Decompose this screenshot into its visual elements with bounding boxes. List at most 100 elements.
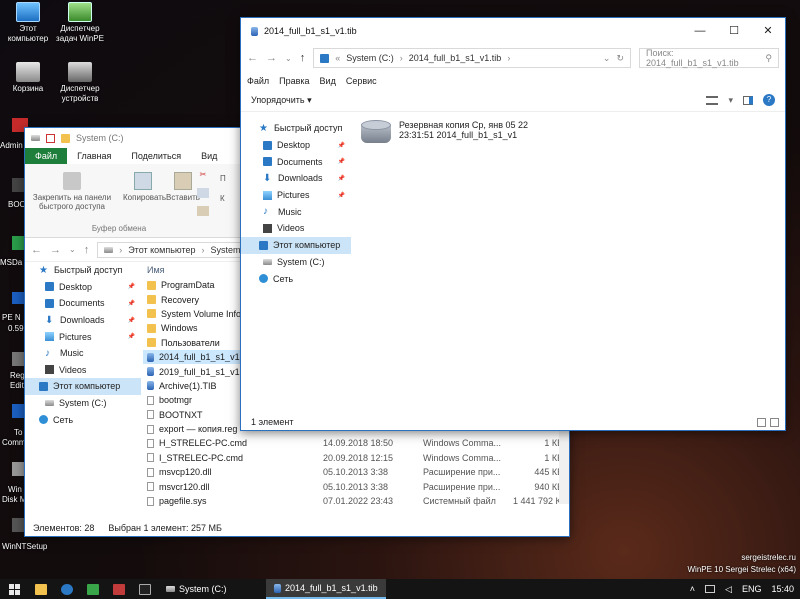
breadcrumb-this-pc[interactable]: Этот компьютер: [128, 245, 195, 255]
ribbon-partial-2[interactable]: К: [220, 194, 230, 203]
nav-item-label: Music: [278, 206, 302, 217]
copy-path-icon[interactable]: [197, 188, 209, 198]
large-icons-view-icon[interactable]: [770, 418, 779, 427]
taskbar-explorer-button[interactable]: [28, 579, 54, 599]
menu-view[interactable]: Вид: [320, 76, 336, 86]
nav-item[interactable]: Этот компьютер: [241, 236, 351, 254]
taskbar-app-button-3[interactable]: [106, 579, 132, 599]
breadcrumb-tib[interactable]: 2014_full_b1_s1_v1.tib: [409, 53, 502, 63]
desktop-icon-task-manager[interactable]: Диспетчер задач WinPE: [52, 2, 108, 44]
desktop-icon-recycle-bin[interactable]: Корзина: [0, 62, 56, 94]
nav-item[interactable]: Documents 📌: [25, 295, 141, 312]
menu-edit[interactable]: Правка: [279, 76, 309, 86]
cut-icon[interactable]: ✂: [197, 170, 209, 179]
view-dropdown-icon[interactable]: ▾: [728, 95, 733, 106]
forward-arrow-icon[interactable]: →: [266, 52, 277, 64]
help-icon[interactable]: ?: [763, 94, 775, 106]
paste-button[interactable]: Вставить: [165, 172, 201, 202]
volume-icon[interactable]: ◁: [725, 584, 732, 595]
file-row[interactable]: pagefile.sys 07.01.2022 23:43 Системный фа…: [143, 494, 569, 508]
desktop-icon-this-pc[interactable]: Этот компьютер: [0, 2, 56, 44]
address-dropdown-icon[interactable]: ⌄: [603, 53, 611, 64]
recent-chevron-icon[interactable]: ⌄: [285, 54, 292, 63]
network-tray-icon[interactable]: [705, 585, 716, 593]
up-arrow-icon[interactable]: ↑: [300, 52, 306, 64]
breadcrumb-system-c[interactable]: System (C:): [346, 53, 394, 63]
file-row[interactable]: msvcp120.dll 05.10.2013 3:38 Расширение пр…: [143, 465, 569, 479]
tib-file-icon: [147, 381, 154, 391]
nav-item[interactable]: System (C:): [241, 254, 351, 271]
refresh-icon[interactable]: ↻: [616, 53, 624, 64]
nav-item[interactable]: ★ Быстрый доступ: [25, 262, 141, 279]
nav-item[interactable]: Videos: [241, 220, 351, 237]
change-view-icon[interactable]: [706, 95, 719, 105]
nav-item[interactable]: Desktop 📌: [25, 279, 141, 296]
nav-item[interactable]: Сеть: [241, 270, 351, 287]
file-name: 2014_full_b1_s1_v1.tib: [159, 352, 252, 363]
breadcrumb-overflow-icon[interactable]: «: [335, 53, 340, 63]
file-row[interactable]: H_STRELEC-PC.cmd 14.09.2018 18:50 Windows …: [143, 436, 569, 450]
tab-file[interactable]: Файл: [25, 148, 68, 164]
nav-item-label: Быстрый доступ: [274, 123, 343, 134]
file-row[interactable]: I_STRELEC-PC.cmd 20.09.2018 12:15 Windows …: [143, 451, 569, 465]
nav-item-label: Сеть: [53, 414, 74, 425]
title-bar[interactable]: 2014_full_b1_s1_v1.tib — ☐ ✕: [241, 18, 785, 44]
forward-arrow-icon[interactable]: →: [50, 244, 61, 256]
back-arrow-icon[interactable]: ←: [31, 244, 42, 256]
search-placeholder: Поиск: 2014_full_b1_s1_v1.tib: [646, 48, 739, 68]
new-folder-icon[interactable]: [61, 133, 70, 143]
nav-item[interactable]: ⬇ Downloads 📌: [25, 312, 141, 329]
clock[interactable]: 15:40: [771, 584, 794, 594]
paste-shortcut-icon[interactable]: [197, 206, 209, 216]
file-date: 05.10.2013 3:38: [323, 481, 389, 492]
taskbar-task-tib[interactable]: 2014_full_b1_s1_v1.tib: [266, 579, 386, 599]
file-row[interactable]: msvcr120.dll 05.10.2013 3:38 Расширение пр…: [143, 479, 569, 493]
taskbar-app-button-2[interactable]: [80, 579, 106, 599]
tab-share[interactable]: Поделиться: [121, 148, 191, 164]
pin-quick-access-button[interactable]: Закрепить на панели быстрого доступа: [29, 172, 115, 211]
address-field[interactable]: « System (C:) › 2014_full_b1_s1_v1.tib ›…: [313, 48, 631, 68]
nav-item[interactable]: System (C:): [25, 395, 141, 412]
organize-button[interactable]: Упорядочить ▾: [251, 95, 312, 106]
nav-item[interactable]: Pictures 📌: [25, 328, 141, 345]
explorer-window-tib[interactable]: 2014_full_b1_s1_v1.tib — ☐ ✕ ← → ⌄ ↑ « S…: [240, 17, 786, 431]
partial-label-edit: Edit: [10, 381, 24, 390]
nav-item[interactable]: ★ Быстрый доступ: [241, 120, 351, 137]
back-arrow-icon[interactable]: ←: [247, 52, 258, 64]
nav-item[interactable]: Desktop 📌: [241, 137, 351, 154]
maximize-button[interactable]: ☐: [717, 18, 751, 44]
details-view-icon[interactable]: [757, 418, 766, 427]
preview-pane-icon[interactable]: [743, 95, 753, 105]
taskbar-console-button[interactable]: [132, 579, 158, 599]
tray-chevron-icon[interactable]: ˄: [690, 584, 695, 594]
taskbar-task-system-c[interactable]: System (C:): [158, 579, 266, 599]
nav-item[interactable]: Этот компьютер: [25, 378, 141, 395]
tab-home[interactable]: Главная: [67, 148, 121, 164]
desktop-icon-device-manager[interactable]: Диспетчер устройств: [52, 62, 108, 104]
copy-button[interactable]: Копировать: [123, 172, 166, 202]
nav-item[interactable]: Videos: [25, 362, 141, 379]
device-manager-icon: [68, 62, 92, 82]
close-button[interactable]: ✕: [751, 18, 785, 44]
recent-chevron-icon[interactable]: ⌄: [69, 245, 76, 254]
menu-tools[interactable]: Сервис: [346, 76, 377, 86]
window-title: System (C:): [76, 133, 124, 143]
nav-item[interactable]: ♪ Music: [241, 203, 351, 220]
disk-tool-icon: [61, 583, 73, 595]
backup-item[interactable]: Резервная копия Ср, янв 05 22 23:31:51 2…: [361, 120, 785, 146]
language-indicator[interactable]: ENG: [742, 584, 762, 594]
up-arrow-icon[interactable]: ↑: [84, 244, 90, 256]
nav-item[interactable]: Сеть: [25, 411, 141, 428]
taskbar-app-button-1[interactable]: [54, 579, 80, 599]
ribbon-partial-1[interactable]: П: [220, 174, 230, 183]
minimize-button[interactable]: —: [683, 18, 717, 44]
start-button[interactable]: [0, 579, 28, 599]
search-input[interactable]: Поиск: 2014_full_b1_s1_v1.tib ⚲: [639, 48, 779, 68]
menu-file[interactable]: Файл: [247, 76, 269, 86]
nav-item[interactable]: ⬇ Downloads 📌: [241, 170, 351, 187]
nav-item[interactable]: ♪ Music: [25, 345, 141, 362]
tab-view[interactable]: Вид: [191, 148, 227, 164]
nav-item[interactable]: Documents 📌: [241, 153, 351, 170]
properties-icon[interactable]: [46, 133, 55, 143]
nav-item[interactable]: Pictures 📌: [241, 187, 351, 204]
